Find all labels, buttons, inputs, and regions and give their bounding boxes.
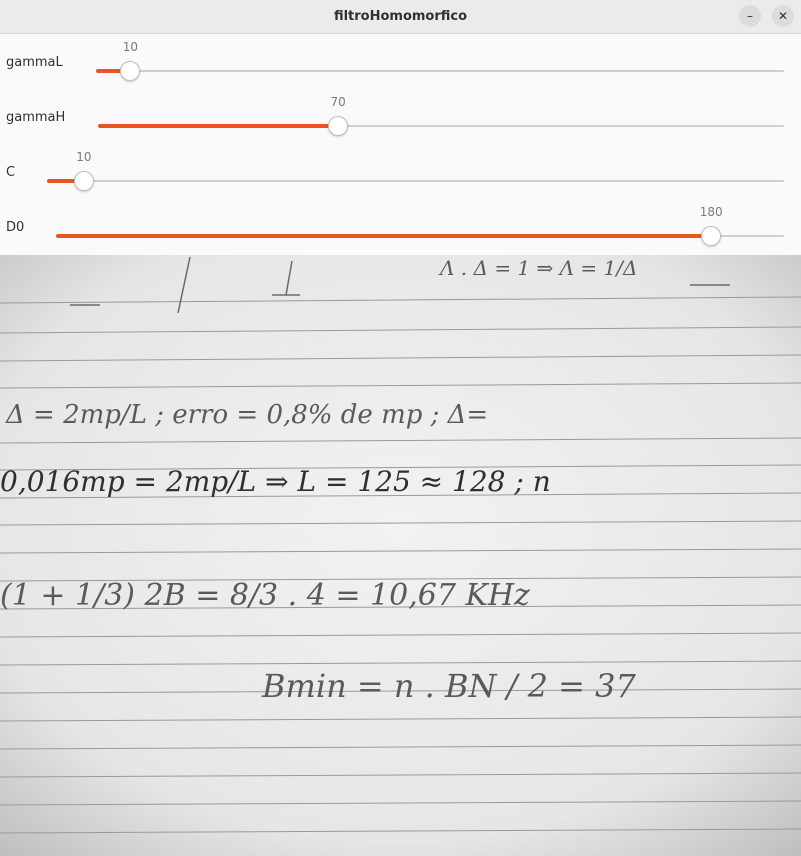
slider-thumb-C[interactable] — [73, 171, 94, 191]
trackbar-gammaL: gammaL 10 — [0, 34, 801, 89]
trackbar-gammaH: gammaH 70 — [0, 89, 801, 144]
trackbar-C: C 10 — [0, 144, 801, 199]
close-icon[interactable]: ✕ — [772, 5, 794, 27]
handwritten-line-4: (1 + 1/3) 2B = 8/3 . 4 = 10,67 KHz — [0, 578, 530, 613]
title-bar[interactable]: filtroHomomorfico – ✕ — [0, 0, 801, 34]
slider-C[interactable]: 10 — [47, 150, 784, 191]
trackbar-label-gammaH: gammaH — [6, 110, 66, 125]
slider-fill-D0 — [56, 234, 712, 238]
slider-D0[interactable]: 180 — [56, 205, 784, 246]
trackbar-label-C: C — [6, 165, 16, 180]
handwritten-line-3: 0,016mp = 2mp/L ⇒ L = 125 ≈ 128 ; n — [0, 465, 551, 498]
app-window: filtroHomomorfico – ✕ gammaL 10 gammaH 7… — [0, 0, 801, 856]
trackbar-panel: gammaL 10 gammaH 70 C 10 D0 180 — [0, 34, 801, 255]
slider-value-D0: 180 — [699, 205, 723, 219]
slider-fill-gammaH — [98, 124, 339, 128]
trackbar-D0: D0 180 — [0, 199, 801, 254]
window-title: filtroHomomorfico — [333, 9, 468, 24]
notebook-image: Λ . Δ = 1 ⇒ Λ = 1/Δ Δ = 2mp/L ; erro = 0… — [0, 255, 801, 856]
slider-gammaL[interactable]: 10 — [96, 40, 784, 81]
paper-background — [0, 255, 801, 856]
handwritten-line-2: Δ = 2mp/L ; erro = 0,8% de mp ; Δ= — [5, 400, 488, 430]
trackbar-label-gammaL: gammaL — [6, 55, 63, 70]
handwritten-line-1: Λ . Δ = 1 ⇒ Λ = 1/Δ — [438, 256, 637, 280]
filtered-image-view: Λ . Δ = 1 ⇒ Λ = 1/Δ Δ = 2mp/L ; erro = 0… — [0, 255, 801, 856]
slider-gammaH[interactable]: 70 — [98, 95, 784, 136]
slider-thumb-gammaH[interactable] — [328, 116, 349, 136]
slider-thumb-D0[interactable] — [701, 226, 722, 246]
trackbar-label-D0: D0 — [6, 220, 25, 235]
slider-value-C: 10 — [76, 150, 92, 164]
slider-value-gammaL: 10 — [122, 40, 139, 54]
handwritten-line-5: Bmin = n . BN / 2 = 37 — [261, 667, 637, 705]
slider-thumb-gammaL[interactable] — [120, 61, 141, 81]
minimize-icon[interactable]: – — [739, 5, 761, 27]
slider-value-gammaH: 70 — [330, 95, 346, 109]
